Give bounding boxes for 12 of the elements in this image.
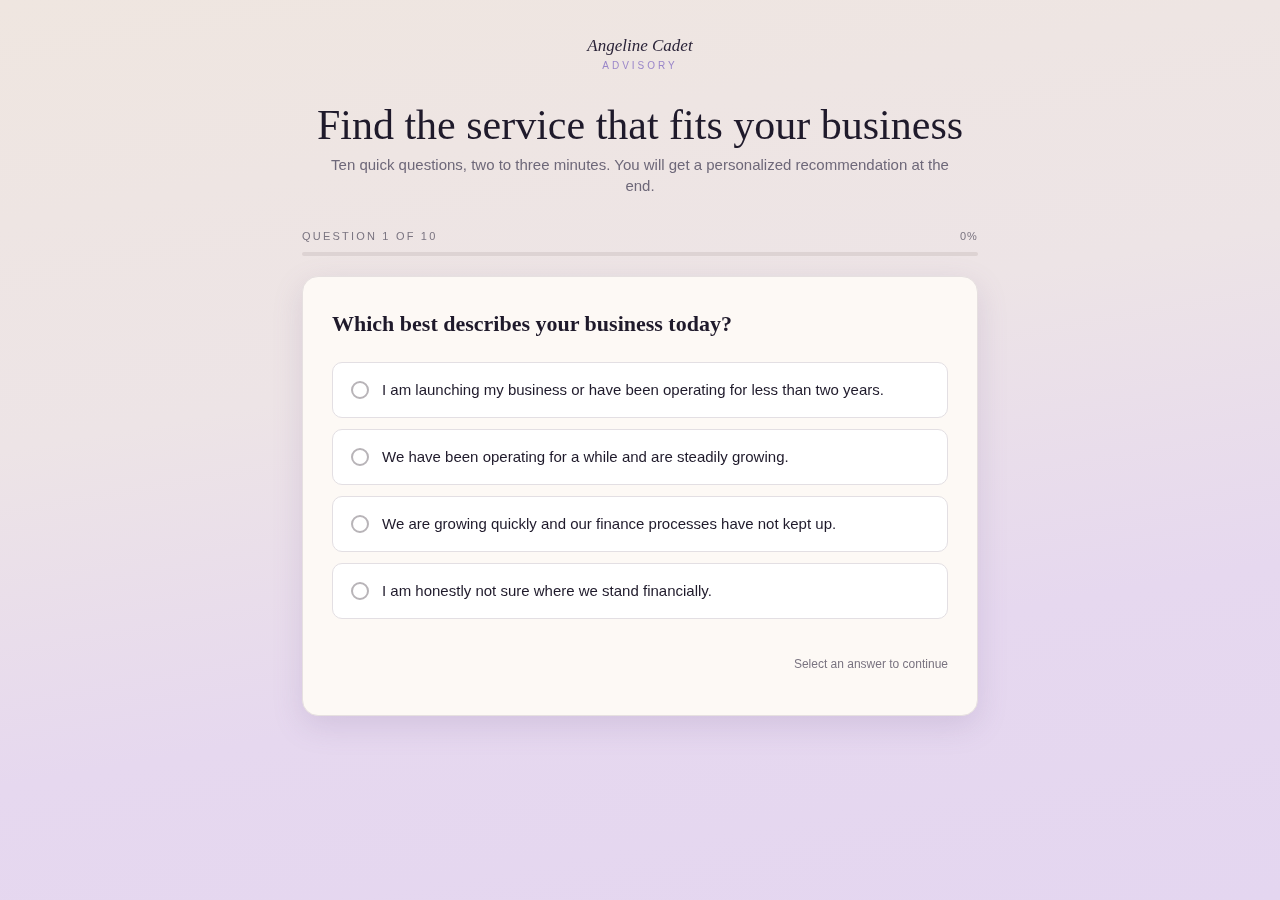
brand-name: Angeline Cadet bbox=[587, 35, 693, 57]
continue-hint: Select an answer to continue bbox=[793, 656, 948, 674]
page-heading: Find the service that fits your business bbox=[316, 101, 964, 151]
answer-option[interactable]: I am honestly not sure where we stand financially. bbox=[332, 563, 948, 620]
brand-tagline: ADVISORY bbox=[602, 59, 678, 74]
page-subheading: Ten quick questions, two to three minutes. You will get a personalized recommendation at the end. bbox=[330, 154, 950, 196]
question-counter: QUESTION 1 OF 10 bbox=[302, 228, 438, 244]
answer-option[interactable]: We are growing quickly and our finance processes have not kept up. bbox=[332, 496, 948, 553]
answer-option[interactable]: We have been operating for a while and are steadily growing. bbox=[332, 429, 948, 486]
question-title: Which best describes your business today? bbox=[332, 310, 733, 339]
progress-percent: 0% bbox=[959, 228, 978, 244]
answer-option[interactable]: I am launching my business or have been operating for less than two years. bbox=[332, 362, 948, 419]
